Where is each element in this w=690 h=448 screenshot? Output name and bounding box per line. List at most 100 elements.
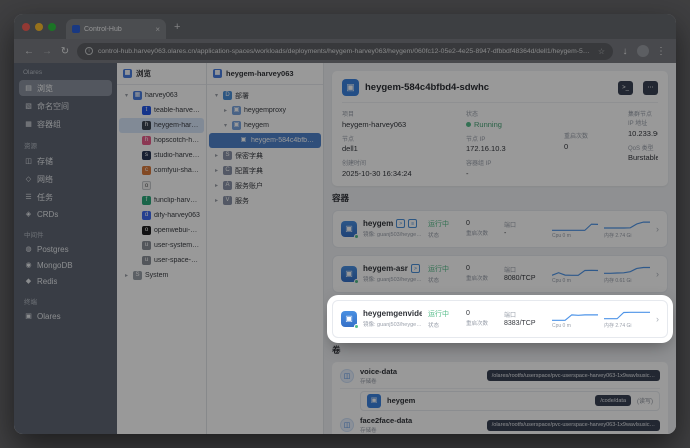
container-icon: ▣ (341, 310, 359, 329)
tree-item-icon: ▣ (232, 121, 241, 130)
tree-item[interactable]: ▣ heygem-584c4bfb… (209, 133, 321, 148)
field-label: 节点 (342, 136, 355, 143)
close-window-button[interactable] (22, 22, 30, 31)
tree-item[interactable]: ▸ C 配置字典 (209, 163, 321, 178)
volume-list: ◫ voice-data 存储卷 /olares/rootfs/userspac… (332, 361, 668, 434)
tab-favicon-icon (72, 25, 80, 33)
volume-row[interactable]: ▣ heygem /code/data (读写) (360, 390, 660, 411)
tree-item-icon: C (223, 166, 232, 175)
container-name: heygemgenvideo (363, 309, 422, 318)
tree-item[interactable]: ▾ ▦ harvey063 (119, 88, 204, 103)
profile-avatar[interactable] (637, 45, 649, 57)
volume-name: voice-data (360, 366, 398, 376)
sidebar-item-label: 浏览 (37, 83, 53, 93)
site-info-icon[interactable]: i (85, 47, 93, 55)
download-icon[interactable]: ↓ (619, 46, 631, 57)
tree-item-icon: ▣ (232, 106, 241, 115)
sidebar-item[interactable]: ◉ MongoDB (19, 258, 112, 272)
zoom-window-button[interactable] (48, 22, 56, 31)
more-actions-button[interactable]: ⋯ (643, 80, 658, 95)
restarts-value: 0 (466, 220, 470, 227)
tree-item[interactable]: ▸ V 服务 (209, 193, 321, 208)
chevron-right-icon[interactable]: › (656, 314, 659, 324)
reload-icon[interactable]: ↻ (59, 46, 71, 57)
tree-item[interactable]: o openwebui-harvey063 (119, 223, 204, 238)
tree-item[interactable]: u user-system-harvey… (119, 238, 204, 253)
tree-item[interactable]: ▸ ▣ heygemproxy (209, 103, 321, 118)
container-card[interactable]: ▣ heygem > ≡ 镜像: guanj503/heygem-w-studi… (332, 209, 668, 248)
tree-item[interactable]: t teable-harvey063 (119, 103, 204, 118)
new-tab-button[interactable]: + (174, 21, 180, 33)
tree-item[interactable]: ▸ S 保密字典 (209, 148, 321, 163)
container-card[interactable]: ▣ heygemgenvideo > ≡ 镜像: guanj503/heygem… (332, 299, 668, 338)
tab-close-icon[interactable]: × (155, 25, 160, 34)
sidebar-item[interactable]: ▤ 浏览 (19, 80, 112, 96)
forward-icon[interactable]: → (41, 46, 53, 57)
caret-icon: ▾ (124, 93, 128, 99)
sidebar-item[interactable]: ◆ Redis (19, 274, 112, 288)
detail-column: 状态 Running 节点 IP 172.16.10.3 容器组 IP - (466, 109, 552, 178)
container-restarts: 0 重启次数 (466, 310, 498, 327)
terminal-icon[interactable]: > (396, 219, 406, 228)
sidebar-item[interactable]: ▧ 命名空间 (19, 98, 112, 114)
sidebar-item[interactable]: 资源 (19, 139, 112, 151)
sidebar-item[interactable]: ◇ 网络 (19, 171, 112, 187)
volume-icon: ◫ (340, 418, 354, 432)
sidebar-item[interactable]: ▦ 容器组 (19, 116, 112, 132)
tree-item[interactable]: ▸ A 服务账户 (209, 178, 321, 193)
detail-field: 状态 Running (466, 109, 552, 129)
tree-item-icon: S (223, 151, 232, 160)
sidebar-item[interactable]: 中间件 (19, 228, 112, 240)
address-bar[interactable]: i control-hub.harvey063.olares.cn/applic… (77, 42, 613, 60)
tree-item[interactable]: o ollama-harvey063 (119, 178, 151, 193)
tree-item[interactable]: u user-space-harvey063 (119, 253, 204, 268)
field-label: 状态 (466, 112, 479, 118)
memory-sparkline: 内存 2.74 Gi (604, 308, 650, 329)
detail-field: 创建时间 2025-10-30 16:34:24 (342, 158, 454, 178)
tree-item[interactable]: ▸ S System (119, 268, 204, 283)
kebab-menu-icon[interactable]: ⋮ (655, 46, 667, 57)
container-name: heygem (363, 219, 394, 228)
tree-item-icon: o (142, 181, 151, 190)
tree-item[interactable]: ▾ ▣ heygem (209, 118, 321, 133)
bookmark-icon[interactable]: ☆ (598, 47, 605, 56)
container-list: ▣ heygem > ≡ 镜像: guanj503/heygem-w-studi… (332, 209, 668, 338)
container-restarts: 0 重启次数 (466, 265, 498, 282)
container-status: 运行中 状态 (428, 219, 460, 239)
sidebar-item-label: 终端 (24, 299, 37, 306)
sidebar-item-label: MongoDB (37, 260, 73, 270)
back-icon[interactable]: ← (23, 46, 35, 57)
caret-icon: ▾ (223, 123, 227, 129)
tree-item-label: 服务 (235, 197, 249, 205)
chevron-right-icon[interactable]: › (656, 224, 659, 234)
terminal-button[interactable]: >_ (618, 80, 633, 95)
cpu-label: Cpu 0 m (552, 277, 571, 284)
caret-icon: ▸ (223, 108, 227, 114)
volume-row[interactable]: ◫ voice-data 存储卷 /olares/rootfs/userspac… (340, 364, 660, 389)
sidebar-item[interactable]: ◈ CRDs (19, 207, 112, 221)
tree-item[interactable]: f funclip-harvey063 (119, 193, 204, 208)
chevron-right-icon[interactable]: › (656, 269, 659, 279)
tree-item[interactable]: ▾ D 部署 (209, 88, 321, 103)
tree-item[interactable]: c comfyui-share-harve… (119, 163, 204, 178)
tree-item[interactable]: h heygem-harvey063 (119, 118, 204, 133)
logs-icon[interactable]: ≡ (408, 219, 418, 228)
tree-item[interactable]: s studio-harvey063 (119, 148, 204, 163)
port-label: 端口 (504, 267, 517, 274)
sidebar-item-label: 存储 (37, 156, 53, 166)
sidebar-item[interactable]: ☰ 任务 (19, 189, 112, 205)
browser-tab[interactable]: Control-Hub × (66, 19, 166, 39)
sidebar-item[interactable]: 终端 (19, 295, 112, 307)
terminal-icon[interactable]: > (410, 264, 420, 273)
sidebar-item[interactable]: ◍ Postgres (19, 242, 112, 256)
container-card[interactable]: ▣ heygem-asr > ≡ 镜像: guanj503/heygem-asr… (332, 254, 668, 293)
tree-item[interactable]: h hopscotch-harvey063 (119, 133, 204, 148)
field-value: dell1 (342, 144, 358, 153)
container-port: 端口 8383/TCP (504, 310, 546, 328)
sidebar-item[interactable]: ◫ 存储 (19, 153, 112, 169)
volume-row[interactable]: ◫ face2face-data 存储卷 /olares/rootfs/user… (340, 413, 660, 434)
namespace-tree: ▾ ▦ harvey063 t teable-harvey063 (117, 85, 206, 286)
sidebar-item[interactable]: ▣ Olares (19, 309, 112, 323)
tree-item[interactable]: d dify-harvey063 (119, 208, 204, 223)
minimize-window-button[interactable] (35, 22, 43, 31)
